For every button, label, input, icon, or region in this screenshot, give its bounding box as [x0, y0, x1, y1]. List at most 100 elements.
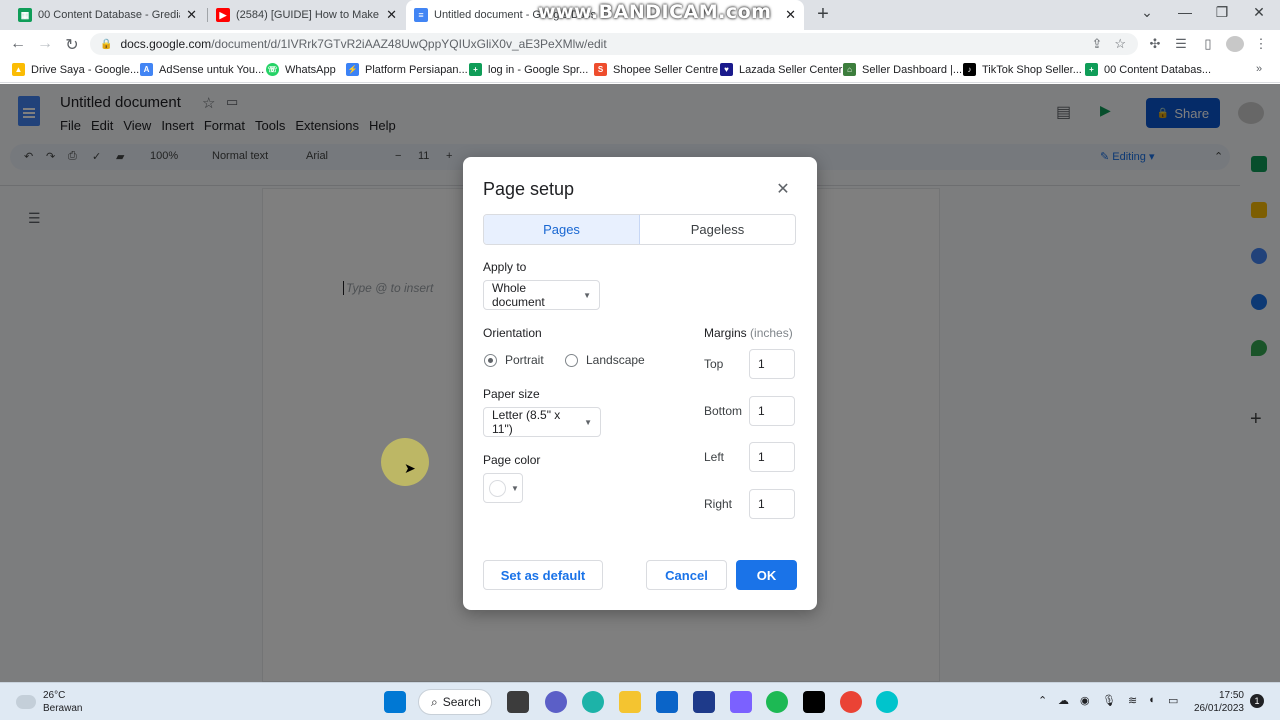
margin-right-label: Right: [704, 497, 733, 511]
copilot-icon[interactable]: [730, 691, 752, 713]
windows-taskbar: 26°C Berawan ⌕ Search ⌃ ☁ ◉ 🎙 ≋ ◖ ▭ 17:50…: [0, 682, 1280, 720]
share-page-icon[interactable]: ⇪: [1091, 36, 1102, 52]
notification-badge[interactable]: 1: [1250, 694, 1264, 708]
show-hidden-icons-icon[interactable]: ⌃: [1038, 694, 1047, 707]
bookmark-platform[interactable]: ⚡ Platform Persiapan...: [346, 63, 468, 76]
new-tab-button[interactable]: +: [812, 3, 834, 25]
weather-widget[interactable]: 26°C Berawan: [16, 689, 82, 715]
microphone-icon[interactable]: 🎙: [1102, 694, 1116, 707]
lazada-icon: ♥: [720, 63, 733, 76]
apply-to-value: Whole document: [492, 281, 545, 309]
onedrive-icon[interactable]: ☁: [1058, 694, 1069, 707]
tab-search-icon[interactable]: ⌄: [1132, 4, 1162, 21]
sheets-icon: +: [1085, 63, 1098, 76]
forward-icon[interactable]: →: [35, 35, 55, 53]
search-icon: ⌕: [431, 694, 438, 709]
battery-icon[interactable]: ▭: [1168, 694, 1178, 707]
paper-size-select[interactable]: Letter (8.5" x 11") ▼: [483, 407, 601, 437]
orientation-label: Orientation: [483, 326, 542, 340]
sheets-icon: +: [469, 63, 482, 76]
page-color-picker[interactable]: ▼: [483, 473, 523, 503]
paper-size-value: Letter (8.5" x 11"): [492, 408, 561, 436]
bookmark-seller-dashboard[interactable]: ⌂ Seller Dashboard |...: [843, 63, 962, 76]
task-view-icon[interactable]: [507, 691, 529, 713]
cancel-button[interactable]: Cancel: [646, 560, 727, 590]
volume-icon[interactable]: ◖: [1148, 694, 1155, 706]
margin-left-label: Left: [704, 450, 725, 464]
bandicam-watermark: www.BANDICAM.com: [538, 1, 772, 23]
close-tab-icon[interactable]: ✕: [386, 7, 397, 23]
landscape-radio[interactable]: Landscape: [565, 353, 645, 367]
tab-pages[interactable]: Pages: [484, 215, 640, 244]
margin-right-input[interactable]: 1: [749, 489, 795, 519]
address-bar[interactable]: 🔒 docs.google.com/document/d/1IVRrk7GTvR…: [90, 33, 1138, 55]
extensions-icon[interactable]: ✣: [1146, 36, 1164, 52]
bookmark-lazada[interactable]: ♥ Lazada Seller Center: [720, 63, 842, 76]
wifi-icon[interactable]: ≋: [1128, 694, 1137, 707]
docs-icon: ≡: [414, 8, 428, 22]
margins-label: Margins (inches): [704, 326, 793, 340]
mail-icon[interactable]: [656, 691, 678, 713]
profile-avatar[interactable]: [1226, 36, 1244, 52]
file-explorer-icon[interactable]: [619, 691, 641, 713]
canva-icon[interactable]: [876, 691, 898, 713]
bookmark-tiktok[interactable]: ♪ TikTok Shop Seller...: [963, 63, 1082, 76]
portrait-radio[interactable]: Portrait: [484, 353, 544, 367]
dialog-title: Page setup: [483, 179, 575, 199]
bookmarks-bar: ▲ Drive Saya - Google... A AdSense untuk Y…: [0, 58, 1280, 83]
capcut-icon[interactable]: [803, 691, 825, 713]
bookmark-shopee[interactable]: S Shopee Seller Centre: [594, 63, 718, 76]
chrome-menu-icon[interactable]: ⋮: [1252, 36, 1270, 52]
tiktok-icon: ♪: [963, 63, 976, 76]
close-tab-icon[interactable]: ✕: [785, 7, 796, 23]
start-icon[interactable]: [384, 691, 406, 713]
chat-icon[interactable]: [545, 691, 567, 713]
close-tab-icon[interactable]: ✕: [186, 7, 197, 23]
close-icon[interactable]: ✕: [775, 179, 791, 199]
page-mode-tabs: Pages Pageless: [483, 214, 796, 245]
minimize-button[interactable]: —: [1170, 4, 1200, 20]
bookmark-google-sheets[interactable]: + log in - Google Spr...: [469, 63, 588, 76]
chrome-icon[interactable]: [840, 691, 862, 713]
tab-pageless[interactable]: Pageless: [640, 215, 795, 244]
meet-now-icon[interactable]: ◉: [1080, 694, 1090, 707]
bookmark-adsense[interactable]: A AdSense untuk You...: [140, 63, 264, 76]
whatsapp-icon: ☏: [266, 63, 279, 76]
sheets-icon: ▦: [18, 8, 32, 22]
margin-top-input[interactable]: 1: [749, 349, 795, 379]
bookmark-whatsapp[interactable]: ☏ WhatsApp: [266, 63, 336, 76]
reload-icon[interactable]: ↻: [62, 35, 82, 55]
bookmark-star-icon[interactable]: ☆: [1114, 36, 1126, 52]
set-as-default-button[interactable]: Set as default: [483, 560, 603, 590]
weather-condition: Berawan: [43, 703, 83, 714]
side-panel-icon[interactable]: ▯: [1199, 36, 1217, 52]
ok-button[interactable]: OK: [736, 560, 797, 590]
caret-down-icon: ▼: [583, 290, 591, 300]
maximize-button[interactable]: ❐: [1207, 4, 1237, 21]
apply-to-label: Apply to: [483, 260, 527, 274]
cloud-icon: [16, 695, 36, 709]
margin-bottom-input[interactable]: 1: [749, 396, 795, 426]
word-icon[interactable]: [693, 691, 715, 713]
bookmark-content-database[interactable]: +00 Content Databas...: [1085, 63, 1211, 76]
bookmark-drive[interactable]: ▲ Drive Saya - Google...: [12, 63, 139, 76]
reading-list-icon[interactable]: ☰: [1172, 36, 1190, 52]
browser-tab-content-database[interactable]: ▦ 00 Content Database - Gredia - G ✕: [10, 0, 205, 30]
store-icon: ⌂: [843, 63, 856, 76]
margin-bottom-label: Bottom: [704, 404, 743, 418]
more-bookmarks-icon[interactable]: »: [1256, 63, 1262, 75]
close-window-button[interactable]: ✕: [1244, 4, 1274, 21]
taskbar-search[interactable]: ⌕ Search: [418, 689, 492, 715]
back-icon[interactable]: ←: [8, 35, 28, 53]
spotify-icon[interactable]: [766, 691, 788, 713]
page-setup-dialog: Page setup ✕ Pages Pageless Apply to Who…: [463, 157, 817, 610]
margin-top-label: Top: [704, 357, 724, 371]
browser-tab-youtube-guide[interactable]: ▶ (2584) [GUIDE] How to Make a B ✕: [208, 0, 405, 30]
radio-unselected-icon: [565, 353, 578, 367]
landscape-label: Landscape: [586, 353, 645, 367]
apply-to-select[interactable]: Whole document ▼: [483, 280, 600, 310]
margin-left-input[interactable]: 1: [749, 442, 795, 472]
edge-icon[interactable]: [582, 691, 604, 713]
caret-down-icon: ▼: [511, 483, 519, 493]
system-clock[interactable]: 17:50 26/01/2023: [1192, 689, 1244, 715]
